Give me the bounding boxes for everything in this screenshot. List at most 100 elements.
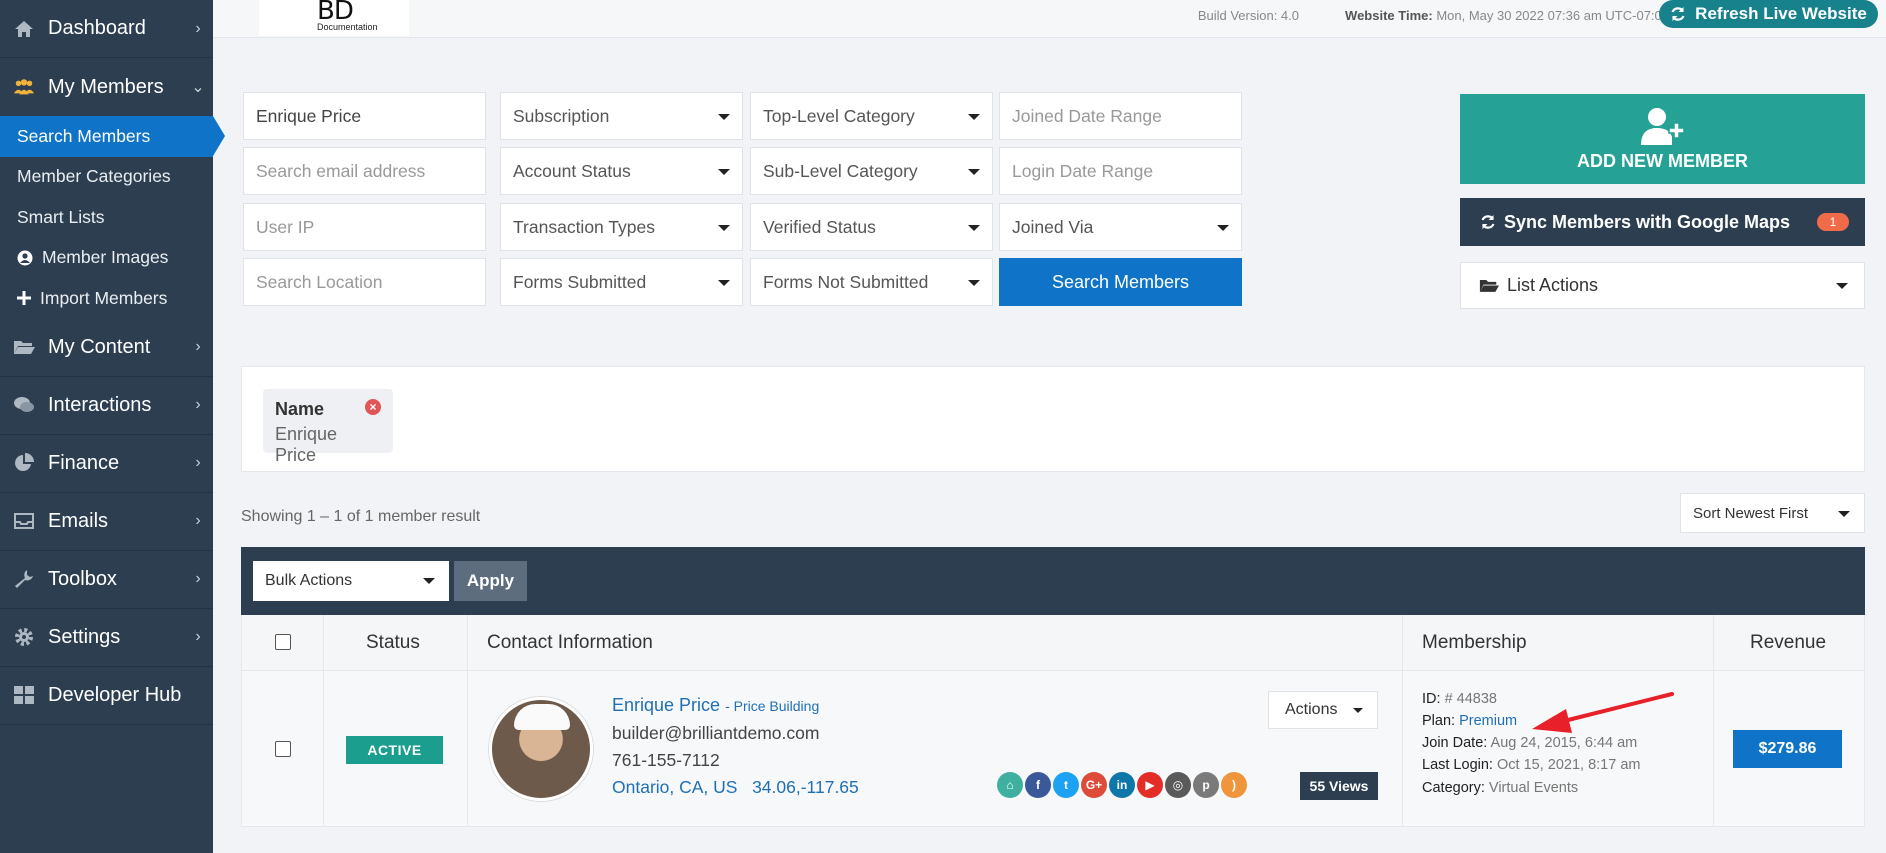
sort-select[interactable]: Sort Newest First bbox=[1680, 493, 1865, 533]
login-date-range-input[interactable] bbox=[999, 147, 1242, 195]
revenue-button[interactable]: $279.86 bbox=[1733, 730, 1842, 768]
pinterest-icon[interactable]: p bbox=[1193, 772, 1219, 798]
youtube-icon[interactable]: ▶ bbox=[1137, 772, 1163, 798]
remove-filter-icon[interactable]: × bbox=[365, 399, 381, 415]
sync-google-maps-button[interactable]: Sync Members with Google Maps 1 bbox=[1460, 198, 1865, 246]
user-ip-input[interactable] bbox=[243, 203, 486, 251]
sidebar-item-label: My Content bbox=[48, 335, 151, 358]
apply-button[interactable]: Apply bbox=[454, 561, 527, 601]
sidebar-item-my-members[interactable]: My Members ⌄ bbox=[0, 58, 213, 116]
account-status-select[interactable]: Account Status bbox=[500, 147, 743, 195]
linkedin-icon[interactable]: in bbox=[1109, 772, 1135, 798]
ip-input[interactable] bbox=[256, 216, 485, 238]
instagram-icon[interactable]: ◎ bbox=[1165, 772, 1191, 798]
plan-link[interactable]: Premium bbox=[1459, 713, 1517, 729]
home-icon bbox=[13, 18, 35, 40]
select-label: Subscription bbox=[513, 105, 610, 126]
facebook-icon[interactable]: f bbox=[1025, 772, 1051, 798]
sidebar-item-settings[interactable]: Settings › bbox=[0, 609, 213, 667]
sidebar-item-developer-hub[interactable]: Developer Hub bbox=[0, 667, 213, 725]
sidebar-item-label: Developer Hub bbox=[48, 683, 182, 706]
sync-label: Sync Members with Google Maps bbox=[1504, 211, 1791, 232]
sidebar-item-label: Settings bbox=[48, 625, 121, 648]
member-name-link[interactable]: Enrique Price - Price Building bbox=[612, 695, 819, 716]
sidebar-subitem-search-members[interactable]: Search Members bbox=[0, 116, 225, 157]
avatar[interactable] bbox=[489, 697, 593, 801]
refresh-live-website-button[interactable]: Refresh Live Website bbox=[1659, 0, 1878, 28]
refresh-icon bbox=[1481, 215, 1495, 229]
sidebar-item-label: Emails bbox=[48, 509, 109, 532]
list-actions-dropdown[interactable]: List Actions bbox=[1460, 262, 1865, 309]
sidebar-item-my-content[interactable]: My Content › bbox=[0, 319, 213, 377]
sidebar-submenu: Search Members Member Categories Smart L… bbox=[0, 116, 225, 319]
sidebar-subitem-label: Smart Lists bbox=[17, 206, 105, 227]
sidebar-item-finance[interactable]: Finance › bbox=[0, 435, 213, 493]
subscription-select[interactable]: Subscription bbox=[500, 92, 743, 140]
sidebar-subitem-label: Search Members bbox=[17, 125, 151, 146]
location-search-input[interactable] bbox=[243, 258, 486, 306]
active-filters-panel: Name Enrique Price × bbox=[241, 366, 1865, 472]
select-all-checkbox[interactable] bbox=[275, 634, 291, 650]
top-bar: BD Documentation Build Version: 4.0 Webs… bbox=[213, 0, 1886, 38]
refresh-icon bbox=[1671, 7, 1685, 21]
filter-chip-value: Enrique Price bbox=[275, 424, 338, 465]
forms-submitted-select[interactable]: Forms Submitted bbox=[500, 258, 743, 306]
bulk-actions-bar: Bulk Actions Apply bbox=[241, 547, 1865, 615]
sidebar-item-label: Toolbox bbox=[48, 567, 117, 590]
row-actions-dropdown[interactable]: Actions bbox=[1268, 691, 1378, 729]
plus-icon bbox=[17, 291, 31, 306]
login-date-input[interactable] bbox=[1012, 160, 1241, 182]
pie-chart-icon bbox=[13, 452, 35, 474]
sidebar-subitem-import-members[interactable]: Import Members bbox=[0, 278, 213, 319]
rss-icon[interactable]: ) bbox=[1221, 772, 1247, 798]
sidebar-subitem-member-categories[interactable]: Member Categories bbox=[0, 157, 213, 198]
list-actions-label: List Actions bbox=[1507, 275, 1599, 295]
location-input[interactable] bbox=[256, 271, 485, 293]
add-new-member-button[interactable]: ADD NEW MEMBER bbox=[1460, 94, 1865, 184]
joined-via-select[interactable]: Joined Via bbox=[999, 203, 1242, 251]
search-members-button[interactable]: Search Members bbox=[999, 258, 1242, 306]
email-input[interactable] bbox=[256, 160, 485, 182]
google-plus-icon[interactable]: G+ bbox=[1081, 772, 1107, 798]
name-input[interactable] bbox=[256, 105, 485, 127]
sort-label: Sort Newest First bbox=[1693, 504, 1809, 522]
member-name: Enrique Price bbox=[612, 695, 721, 715]
bulk-actions-label: Bulk Actions bbox=[265, 572, 353, 589]
sidebar-subitem-smart-lists[interactable]: Smart Lists bbox=[0, 197, 213, 238]
name-search-input[interactable] bbox=[243, 92, 486, 140]
select-label: Top-Level Category bbox=[763, 105, 915, 126]
results-count: Showing 1 – 1 of 1 member result bbox=[241, 508, 481, 525]
sync-count-badge: 1 bbox=[1817, 213, 1849, 231]
logo[interactable]: BD Documentation bbox=[259, 0, 409, 36]
chat-icon bbox=[13, 394, 35, 416]
home-icon[interactable]: ⌂ bbox=[997, 772, 1023, 798]
sidebar-subitem-member-images[interactable]: Member Images bbox=[0, 238, 213, 279]
member-location-city: Ontario, CA, US bbox=[612, 777, 738, 797]
joined-date-input[interactable] bbox=[1012, 105, 1241, 127]
bulk-actions-select[interactable]: Bulk Actions bbox=[253, 561, 449, 601]
sidebar-item-interactions[interactable]: Interactions › bbox=[0, 377, 213, 435]
twitter-icon[interactable]: t bbox=[1053, 772, 1079, 798]
folder-icon bbox=[13, 336, 35, 358]
forms-not-submitted-select[interactable]: Forms Not Submitted bbox=[750, 258, 993, 306]
sidebar-item-emails[interactable]: Emails › bbox=[0, 493, 213, 551]
row-actions-label: Actions bbox=[1285, 701, 1338, 718]
folder-open-icon bbox=[1479, 280, 1499, 292]
transaction-types-select[interactable]: Transaction Types bbox=[500, 203, 743, 251]
row-checkbox[interactable] bbox=[275, 741, 291, 757]
refresh-label: Refresh Live Website bbox=[1695, 4, 1867, 23]
verified-status-select[interactable]: Verified Status bbox=[750, 203, 993, 251]
member-phone: 761-155-7112 bbox=[612, 750, 720, 770]
sub-level-category-select[interactable]: Sub-Level Category bbox=[750, 147, 993, 195]
chevron-right-icon: › bbox=[195, 454, 201, 471]
gear-icon bbox=[13, 626, 35, 648]
joined-date-range-input[interactable] bbox=[999, 92, 1242, 140]
member-location[interactable]: Ontario, CA, US 34.06,-117.65 bbox=[612, 777, 859, 798]
sidebar-item-toolbox[interactable]: Toolbox › bbox=[0, 551, 213, 609]
email-search-input[interactable] bbox=[243, 147, 486, 195]
top-level-category-select[interactable]: Top-Level Category bbox=[750, 92, 993, 140]
select-label: Forms Not Submitted bbox=[763, 271, 929, 292]
select-label: Account Status bbox=[513, 160, 631, 181]
column-header-revenue: Revenue bbox=[1750, 631, 1827, 653]
sidebar-item-dashboard[interactable]: Dashboard › bbox=[0, 0, 213, 58]
